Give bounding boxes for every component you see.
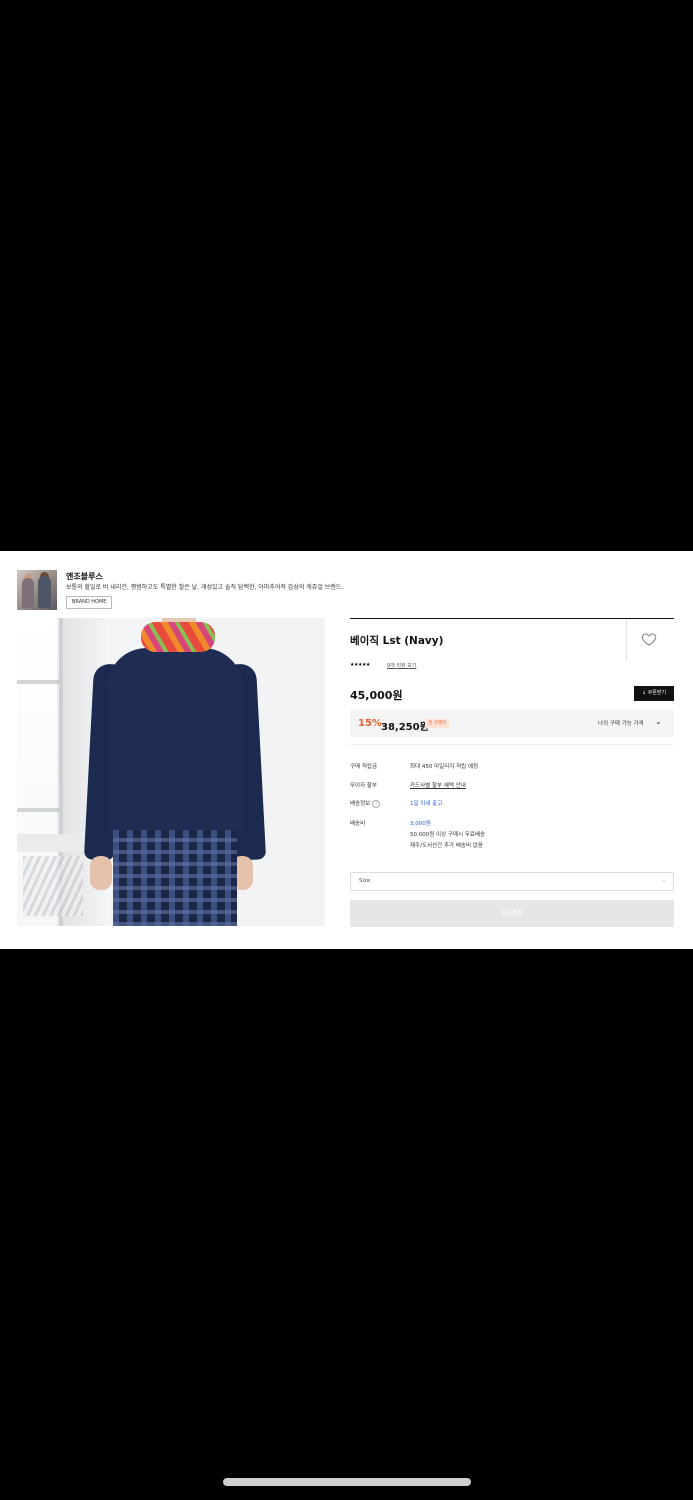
rating-stars: ★★★★★ (350, 662, 370, 668)
wishlist-divider (626, 619, 627, 661)
first-purchase-badge: 첫 구매가 (425, 719, 449, 728)
original-price: 45,000원 (350, 689, 403, 702)
home-indicator[interactable] (223, 1478, 471, 1486)
my-price-toggle[interactable]: 나의 구매 가능 가격 (598, 719, 644, 727)
brand-home-button[interactable]: BRAND HOME (66, 596, 113, 609)
sold-out-button[interactable]: 일시품절 (350, 900, 674, 927)
chevron-down-icon[interactable]: ⌄ (655, 717, 662, 726)
installment-link[interactable]: 카드사별 할부 혜택 안내 (410, 781, 466, 789)
product-image[interactable] (17, 618, 325, 926)
fee-label: 배송비 (350, 821, 366, 827)
chevron-down-icon: ⌄ (661, 876, 667, 884)
product-title: 베이직 Lst (Navy) (350, 635, 444, 647)
navy-sweater (107, 648, 243, 838)
coupon-button[interactable]: ↓ 쿠폰받기 (634, 686, 674, 701)
help-icon[interactable]: ? (372, 799, 381, 808)
delivery-value: 1일 이내 출고 (410, 801, 443, 807)
brand-name[interactable]: 앤조블루스 (66, 571, 103, 582)
skirt (113, 830, 237, 926)
product-card: 앤조블루스 보통의 할일로 비 내리건, 평범하고도 특별한 찰은 날. 개성있… (0, 551, 693, 949)
delivery-label: 배송정보? (350, 799, 381, 808)
fee-note-island: 제주/도서산간 추가 배송비 없음 (410, 843, 483, 849)
heart-icon[interactable] (641, 631, 657, 647)
brand-avatar[interactable] (17, 570, 57, 610)
discount-rate: 15% (358, 718, 382, 729)
points-label: 구매 적립금 (350, 764, 378, 770)
review-link[interactable]: 9개 리뷰 보기 (387, 662, 416, 669)
installment-label: 무이자 할부 (350, 783, 378, 789)
size-select[interactable]: Size ⌄ (350, 872, 674, 891)
scarf (141, 622, 215, 652)
info-divider (350, 744, 674, 745)
discount-box: 15% 38,250원 첫 구매가 나의 구매 가능 가격 ⌄ (350, 710, 674, 737)
discount-price: 38,250원 (381, 722, 429, 733)
delivery-label-text: 배송정보 (350, 801, 371, 807)
fee-note-free: 50,000원 이상 구매시 무료배송 (410, 832, 486, 838)
points-value: 최대 450 마일리지 적립 예정 (410, 764, 479, 770)
size-placeholder: Size (359, 878, 371, 884)
fee-value: 3,000원 (410, 821, 431, 827)
brand-description: 보통의 할일로 비 내리건, 평범하고도 특별한 찰은 날. 개성있고 솔직 담… (66, 584, 344, 591)
